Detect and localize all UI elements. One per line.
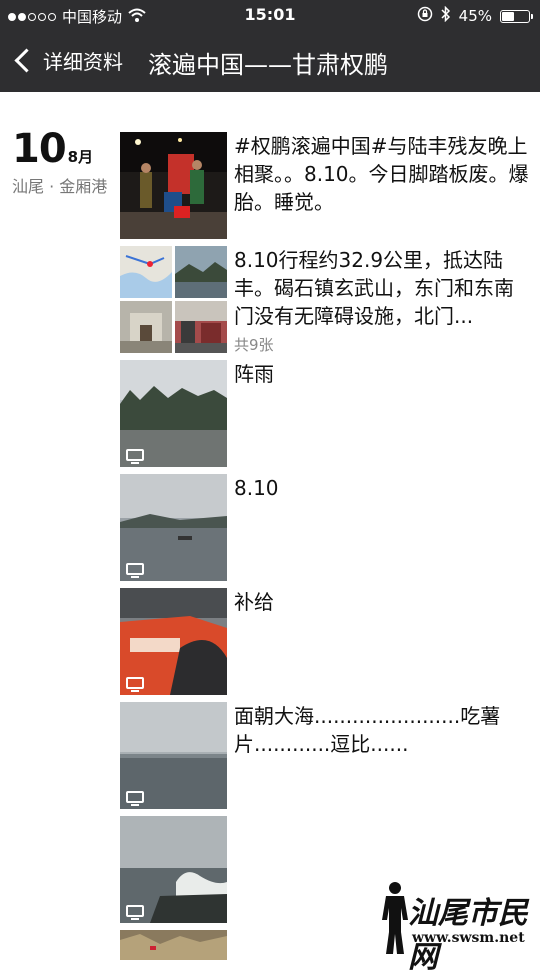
- orientation-lock-icon: [417, 6, 433, 26]
- post-text: #权鹏滚遍中国#与陆丰残友晚上相聚。。8.10。今日脚踏板废。爆胎。睡觉。: [234, 134, 529, 214]
- moment-post[interactable]: #权鹏滚遍中国#与陆丰残友晚上相聚。。8.10。今日脚踏板废。爆胎。睡觉。: [120, 132, 530, 240]
- temple-photo: [120, 301, 172, 353]
- map-photo: [120, 246, 172, 298]
- watermark-url: www.swsm.net: [412, 930, 525, 946]
- moment-post[interactable]: 面朝大海.......................吃薯片..........…: [120, 702, 530, 810]
- navigation-bar: 详细资料 滚遍中国——甘肃权鹏: [0, 30, 540, 92]
- post-text: 8.10行程约32.9公里，抵达陆丰。碣石镇玄武山，东门和东南门没有无障碍设施，…: [234, 248, 514, 328]
- person-silhouette-icon: [382, 882, 408, 954]
- street-photo: [175, 301, 227, 353]
- battery-level: [502, 11, 514, 21]
- post-text: 阵雨: [234, 362, 274, 386]
- back-label: 详细资料: [43, 50, 123, 74]
- moment-post[interactable]: 补给: [120, 588, 530, 696]
- post-text: 补给: [234, 590, 274, 614]
- battery-percent: 45%: [458, 7, 492, 25]
- page-title: 滚遍中国——甘肃权鹏: [148, 51, 388, 79]
- post-photo[interactable]: [120, 132, 227, 239]
- photo-count: 共9张: [234, 336, 274, 354]
- video-icon: [126, 905, 144, 920]
- landscape-photo: [175, 246, 227, 298]
- date-month: 8月: [67, 148, 94, 166]
- date-header: 10 8月: [12, 126, 112, 172]
- chevron-left-icon: [14, 48, 39, 73]
- moment-post[interactable]: 8.10: [120, 474, 530, 582]
- post-text: 面朝大海.......................吃薯片..........…: [234, 704, 501, 756]
- status-right: 45%: [417, 5, 533, 26]
- post-video[interactable]: [120, 360, 227, 467]
- video-icon: [126, 449, 144, 464]
- post-video[interactable]: [120, 474, 227, 581]
- watermark-logo: 汕尾市民网 www.swsm.net: [378, 880, 538, 975]
- post-photo-grid[interactable]: [120, 246, 227, 353]
- video-icon: [126, 563, 144, 578]
- date-day: 10: [12, 126, 67, 172]
- video-icon: [126, 791, 144, 806]
- post-text: 8.10: [234, 476, 279, 500]
- battery-icon: [500, 9, 533, 23]
- back-button[interactable]: 详细资料: [12, 46, 123, 75]
- video-icon: [126, 677, 144, 692]
- post-photo[interactable]: [120, 930, 227, 960]
- post-video[interactable]: [120, 588, 227, 695]
- bluetooth-icon: [441, 5, 451, 26]
- moment-post[interactable]: 8.10行程约32.9公里，抵达陆丰。碣石镇玄武山，东门和东南门没有无障碍设施，…: [120, 246, 530, 354]
- post-video[interactable]: [120, 816, 227, 923]
- location-label: 汕尾 · 金厢港: [12, 177, 108, 196]
- moment-post[interactable]: 阵雨: [120, 360, 530, 468]
- status-bar: 中国移动 15:01 45%: [0, 0, 540, 30]
- post-video[interactable]: [120, 702, 227, 809]
